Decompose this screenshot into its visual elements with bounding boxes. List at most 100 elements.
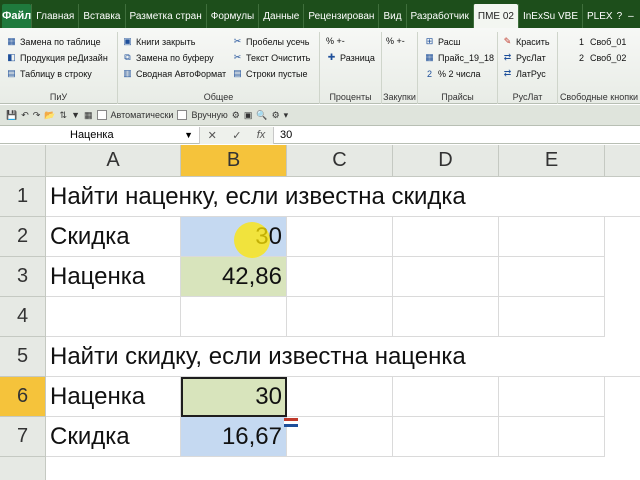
image-icon[interactable]: ▣ <box>244 110 253 121</box>
smart-tag-icon[interactable] <box>284 418 298 427</box>
customize-qat-icon[interactable]: ▾ <box>284 110 289 121</box>
cell-a7[interactable]: Скидка <box>46 417 181 457</box>
lat-rus-button[interactable]: ⇄ ЛатРус <box>502 68 546 79</box>
column-header-a[interactable]: A <box>46 145 181 177</box>
cell-b6[interactable]: 30 <box>181 377 287 417</box>
filter-icon[interactable]: ▼ <box>71 110 80 120</box>
cell-a2[interactable]: Скидка <box>46 217 181 257</box>
trim-spaces-button[interactable]: ✂ Пробелы усечь <box>232 36 310 47</box>
cell-d2[interactable] <box>393 217 499 257</box>
difference-button[interactable]: ✚ Разница <box>326 52 375 63</box>
table-to-row-button[interactable]: ▤ Таблицу в строку <box>6 68 92 79</box>
cell-c7[interactable] <box>287 417 393 457</box>
cell-c4[interactable] <box>287 297 393 337</box>
cell-a6[interactable]: Наценка <box>46 377 181 417</box>
row-header-2[interactable]: 2 <box>0 217 46 257</box>
cancel-icon[interactable]: ✕ <box>208 129 217 142</box>
replace-by-table-button[interactable]: ▦ Замена по таблице <box>6 36 100 47</box>
cell-d6[interactable] <box>393 377 499 417</box>
product-redesign-button[interactable]: ◧ Продукция реДизайн <box>6 52 108 63</box>
row-header-1[interactable]: 1 <box>0 177 46 217</box>
row-header-4[interactable]: 4 <box>0 297 46 337</box>
settings-icon[interactable]: ⚙ <box>232 110 240 121</box>
cell-a1[interactable]: Найти наценку, если известна скидка <box>46 177 640 217</box>
cell-a5[interactable]: Найти скидку, если известна наценка <box>46 337 640 377</box>
cell-e3[interactable] <box>499 257 605 297</box>
clean-text-button[interactable]: ✂ Текст Очистить <box>232 52 311 63</box>
tab-pme02[interactable]: ПМЕ 02 <box>472 4 518 28</box>
redo-icon[interactable]: ↷ <box>33 110 41 121</box>
sort-icon[interactable]: ⇅ <box>60 110 68 121</box>
tab-insert[interactable]: Вставка <box>78 4 124 28</box>
cell-e6[interactable] <box>499 377 605 417</box>
row-header-3[interactable]: 3 <box>0 257 46 297</box>
column-header-c[interactable]: C <box>287 145 393 177</box>
calc-icon[interactable]: ▦ <box>84 110 93 121</box>
worksheet-grid: A B C D E 1 2 3 4 5 6 7 Найти наценку, е… <box>0 145 640 480</box>
row-header-5[interactable]: 5 <box>0 337 46 377</box>
percent-plus-minus-button[interactable]: % +- <box>326 36 345 46</box>
pivot-autoformat-button[interactable]: ▥ Сводная АвтоФормат <box>122 68 226 79</box>
cell-c6[interactable] <box>287 377 393 417</box>
tab-file[interactable]: Файл <box>2 4 32 28</box>
column-header-b[interactable]: B <box>181 145 287 177</box>
colorize-button[interactable]: ✎ Красить <box>502 36 550 47</box>
expand-button[interactable]: ⊞ Расш <box>424 36 461 47</box>
tab-review[interactable]: Рецензирован <box>303 4 378 28</box>
select-all-corner[interactable] <box>0 145 46 177</box>
tab-page-layout[interactable]: Разметка стран <box>124 4 206 28</box>
help-icon[interactable]: ? <box>617 11 623 22</box>
undo-icon[interactable]: ↶ <box>21 110 29 121</box>
confirm-icon[interactable]: ✓ <box>232 129 241 142</box>
manual-calc-checkbox[interactable] <box>177 110 188 120</box>
cell-c2[interactable] <box>287 217 393 257</box>
tab-view[interactable]: Вид <box>378 4 405 28</box>
rus-lat-button[interactable]: ⇄ РусЛат <box>502 52 546 63</box>
cell-e4[interactable] <box>499 297 605 337</box>
cell-c3[interactable] <box>287 257 393 297</box>
name-box[interactable]: Наценка ▼ <box>0 126 200 144</box>
chevron-down-icon[interactable]: ▼ <box>184 130 193 140</box>
auto-calc-checkbox[interactable] <box>96 110 107 120</box>
minimize-icon[interactable]: – <box>628 11 634 22</box>
tab-formulas[interactable]: Формулы <box>205 4 259 28</box>
cell-e2[interactable] <box>499 217 605 257</box>
cell-d4[interactable] <box>393 297 499 337</box>
tab-plex[interactable]: PLEX <box>582 4 617 28</box>
tab-home[interactable]: Главная <box>31 4 78 28</box>
row-header-7[interactable]: 7 <box>0 417 46 457</box>
cell-b4[interactable] <box>181 297 287 337</box>
folder-icon[interactable]: 📂 <box>44 110 55 121</box>
row-header-6[interactable]: 6 <box>0 377 46 417</box>
cell-a4[interactable] <box>46 297 181 337</box>
formula-input[interactable]: 30 <box>274 129 292 141</box>
cell-e7[interactable] <box>499 417 605 457</box>
number-two-icon: 2 <box>426 68 432 79</box>
manual-calc-label: Вручную <box>191 110 228 120</box>
tab-inexsu-vbe[interactable]: InExSu VBE <box>517 4 582 28</box>
tab-developer[interactable]: Разработчик <box>405 4 473 28</box>
cell-b3[interactable]: 42,86 <box>181 257 287 297</box>
percent-two-numbers-button[interactable]: 2% 2 числа <box>424 68 481 79</box>
cell-d3[interactable] <box>393 257 499 297</box>
row-header-8[interactable] <box>0 457 46 480</box>
empty-rows-button[interactable]: ▤ Строки пустые <box>232 68 307 79</box>
save-icon[interactable]: 💾 <box>6 110 17 121</box>
cell-a3[interactable]: Наценка <box>46 257 181 297</box>
cell-d7[interactable] <box>393 417 499 457</box>
column-header-e[interactable]: E <box>499 145 605 177</box>
free-button-02[interactable]: 2 Своб_02 <box>576 52 626 63</box>
options-icon[interactable]: ⚙ <box>272 110 280 121</box>
close-books-button[interactable]: ▣ Книги закрыть <box>122 36 195 47</box>
tab-data[interactable]: Данные <box>258 4 303 28</box>
column-header-d[interactable]: D <box>393 145 499 177</box>
purchase-percent-button[interactable]: % +- <box>386 36 405 46</box>
price-19-18-button[interactable]: ▦ Прайс_19_18 <box>424 52 494 63</box>
function-icon[interactable]: fx <box>257 129 266 141</box>
column-header-f[interactable] <box>605 145 640 177</box>
free-button-01[interactable]: 1 Своб_01 <box>576 36 626 47</box>
zoom-icon[interactable]: 🔍 <box>256 110 267 121</box>
cell-b7[interactable]: 16,67 <box>181 417 287 457</box>
group-procenty: % +- ✚ Разница Проценты <box>320 32 382 104</box>
replace-by-buffer-button[interactable]: ⧉ Замена по буферу <box>122 52 213 63</box>
